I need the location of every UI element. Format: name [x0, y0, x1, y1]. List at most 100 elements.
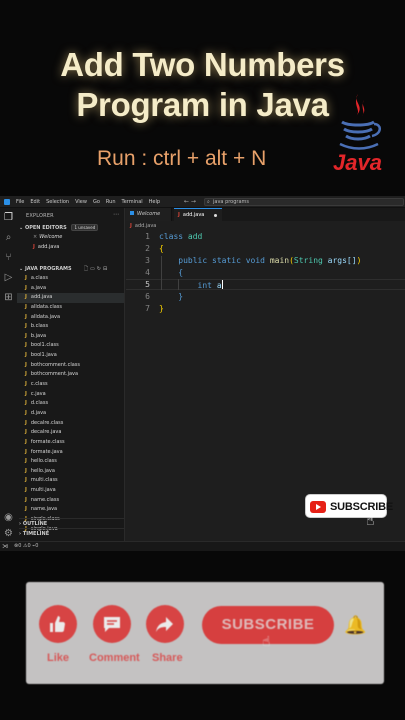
- remote-icon[interactable]: ⋊: [2, 542, 8, 551]
- search-text: java programs: [213, 199, 250, 205]
- folder-toolbar: 🗋▭↻⊟: [84, 266, 109, 274]
- unsaved-dot-icon[interactable]: [214, 214, 217, 217]
- text-cursor: [221, 280, 223, 289]
- thumbs-up-icon: [50, 616, 65, 632]
- unsaved-badge: 1 unsaved: [71, 224, 99, 231]
- menu-help[interactable]: Help: [149, 199, 160, 205]
- share-label: Share: [152, 652, 183, 664]
- java-file-icon: J: [178, 212, 180, 218]
- outline-section[interactable]: › OUTLINE: [19, 518, 124, 528]
- file-item[interactable]: Jdecalre.class: [17, 419, 124, 429]
- java-programs-folder[interactable]: ⌄ JAVA PROGRAMS: [19, 266, 72, 272]
- share-button[interactable]: [146, 605, 184, 643]
- file-item[interactable]: Jhello.class: [17, 457, 124, 467]
- code-line-6: }: [178, 292, 184, 301]
- account-icon[interactable]: ◉: [3, 512, 14, 523]
- file-item[interactable]: Jbothcomment.java: [17, 370, 124, 380]
- run-debug-icon[interactable]: ▷: [3, 272, 14, 283]
- menu-run[interactable]: Run: [106, 199, 116, 205]
- menu-terminal[interactable]: Terminal: [122, 199, 143, 205]
- java-logo: Java: [330, 92, 386, 178]
- code-line-5: int a: [197, 280, 223, 290]
- file-item[interactable]: Jhello.java: [17, 467, 124, 477]
- file-item[interactable]: Jname.class: [17, 496, 124, 506]
- file-item[interactable]: Jbool1.class: [17, 341, 124, 351]
- editor-tabs: Welcome Jadd.java: [126, 208, 405, 221]
- file-item[interactable]: Jb.java: [17, 332, 124, 342]
- file-item[interactable]: Jb.class: [17, 322, 124, 332]
- file-item[interactable]: Ja.class: [17, 274, 124, 284]
- title-bar: File Edit Selection View Go Run Terminal…: [0, 196, 405, 208]
- video-title-line1: Add Two Numbers: [60, 46, 345, 83]
- file-item[interactable]: Jd.class: [17, 399, 124, 409]
- close-icon[interactable]: ×: [33, 234, 37, 240]
- code-line-2: {: [159, 244, 164, 253]
- extensions-icon[interactable]: ⊞: [3, 292, 14, 303]
- subscribe-badge[interactable]: SUBSCRIBE: [305, 494, 393, 518]
- file-item[interactable]: Jalldata.java: [17, 313, 124, 323]
- menu-selection[interactable]: Selection: [46, 199, 69, 205]
- file-item[interactable]: Jbothcomment.class: [17, 361, 124, 371]
- line-number: 2: [145, 244, 150, 253]
- breadcrumb[interactable]: Jadd.java: [130, 223, 156, 229]
- line-number: 3: [145, 256, 150, 265]
- file-item[interactable]: Jbool1.java: [17, 351, 124, 361]
- java-cup-icon: [339, 94, 381, 150]
- file-item[interactable]: Jmulti.class: [17, 476, 124, 486]
- file-item[interactable]: Jformate.java: [17, 448, 124, 458]
- menu-view[interactable]: View: [75, 199, 87, 205]
- problems-status[interactable]: ⊗0 ⚠0 ⌁0: [14, 542, 38, 551]
- bell-icon[interactable]: 🔔: [344, 615, 366, 636]
- timeline-section[interactable]: › TIMELINE: [19, 528, 124, 538]
- java-logo-word: Java: [333, 150, 382, 175]
- menu-go[interactable]: Go: [93, 199, 100, 205]
- youtube-logo-icon: [310, 501, 326, 513]
- collapse-icon[interactable]: ⊟: [103, 266, 109, 272]
- explorer-sidebar: EXPLORER ⋯ ⌄ OPEN EDITORS 1 unsaved × Wel…: [17, 208, 125, 541]
- open-editors-section[interactable]: ⌄ OPEN EDITORS 1 unsaved: [19, 224, 99, 231]
- menu-bar: File Edit Selection View Go Run Terminal…: [16, 199, 160, 205]
- open-editor-add-java[interactable]: Jadd.java: [33, 244, 59, 250]
- file-item[interactable]: Ja.java: [17, 284, 124, 294]
- run-shortcut-hint: Run : ctrl + alt + N: [97, 147, 267, 170]
- code-line-1: class add: [159, 232, 203, 241]
- comment-label: Comment: [89, 652, 140, 664]
- line-number: 4: [145, 268, 150, 277]
- like-button[interactable]: [39, 605, 77, 643]
- search-icon[interactable]: ⌕: [3, 232, 14, 243]
- java-file-icon: J: [130, 223, 132, 229]
- file-item[interactable]: Jdecalre.java: [17, 428, 124, 438]
- gear-icon[interactable]: ⚙: [3, 528, 14, 539]
- explorer-icon[interactable]: ❐: [3, 212, 14, 223]
- vscode-logo-icon: [4, 199, 10, 205]
- tab-add-java[interactable]: Jadd.java: [174, 208, 222, 221]
- menu-edit[interactable]: Edit: [30, 199, 40, 205]
- source-control-icon[interactable]: ⑂: [3, 252, 14, 263]
- comment-button[interactable]: [93, 605, 131, 643]
- line-number: 1: [145, 232, 150, 241]
- tab-welcome[interactable]: Welcome: [126, 208, 172, 221]
- line-number: 6: [145, 292, 150, 301]
- code-line-3: public static void main(String args[]): [178, 256, 362, 265]
- file-item[interactable]: Jc.class: [17, 380, 124, 390]
- file-list: Ja.class Ja.java Jadd.java Jalldata.clas…: [17, 274, 124, 534]
- file-item[interactable]: Jmulti.java: [17, 486, 124, 496]
- file-item[interactable]: Jd.java: [17, 409, 124, 419]
- file-item-selected[interactable]: Jadd.java: [17, 293, 124, 303]
- vscode-tab-icon: [130, 211, 134, 215]
- file-item[interactable]: Jname.java: [17, 505, 124, 515]
- open-editor-welcome[interactable]: × Welcome: [33, 234, 62, 240]
- file-item[interactable]: Jalldata.class: [17, 303, 124, 313]
- share-icon: [156, 617, 173, 632]
- cta-overlay: Like Comment Share SUBSCRIBE 🔔 ☝: [26, 582, 384, 684]
- file-item[interactable]: Jformate.class: [17, 438, 124, 448]
- more-actions-icon[interactable]: ⋯: [113, 211, 119, 218]
- command-search-box[interactable]: ⌕ java programs: [204, 198, 404, 206]
- subscribe-badge-label: SUBSCRIBE: [330, 501, 393, 513]
- explorer-title: EXPLORER: [26, 213, 54, 219]
- nav-arrows[interactable]: ← →: [184, 198, 196, 205]
- new-folder-icon[interactable]: ▭: [90, 266, 97, 272]
- java-file-icon: J: [33, 244, 35, 250]
- menu-file[interactable]: File: [16, 199, 24, 205]
- file-item[interactable]: Jc.java: [17, 390, 124, 400]
